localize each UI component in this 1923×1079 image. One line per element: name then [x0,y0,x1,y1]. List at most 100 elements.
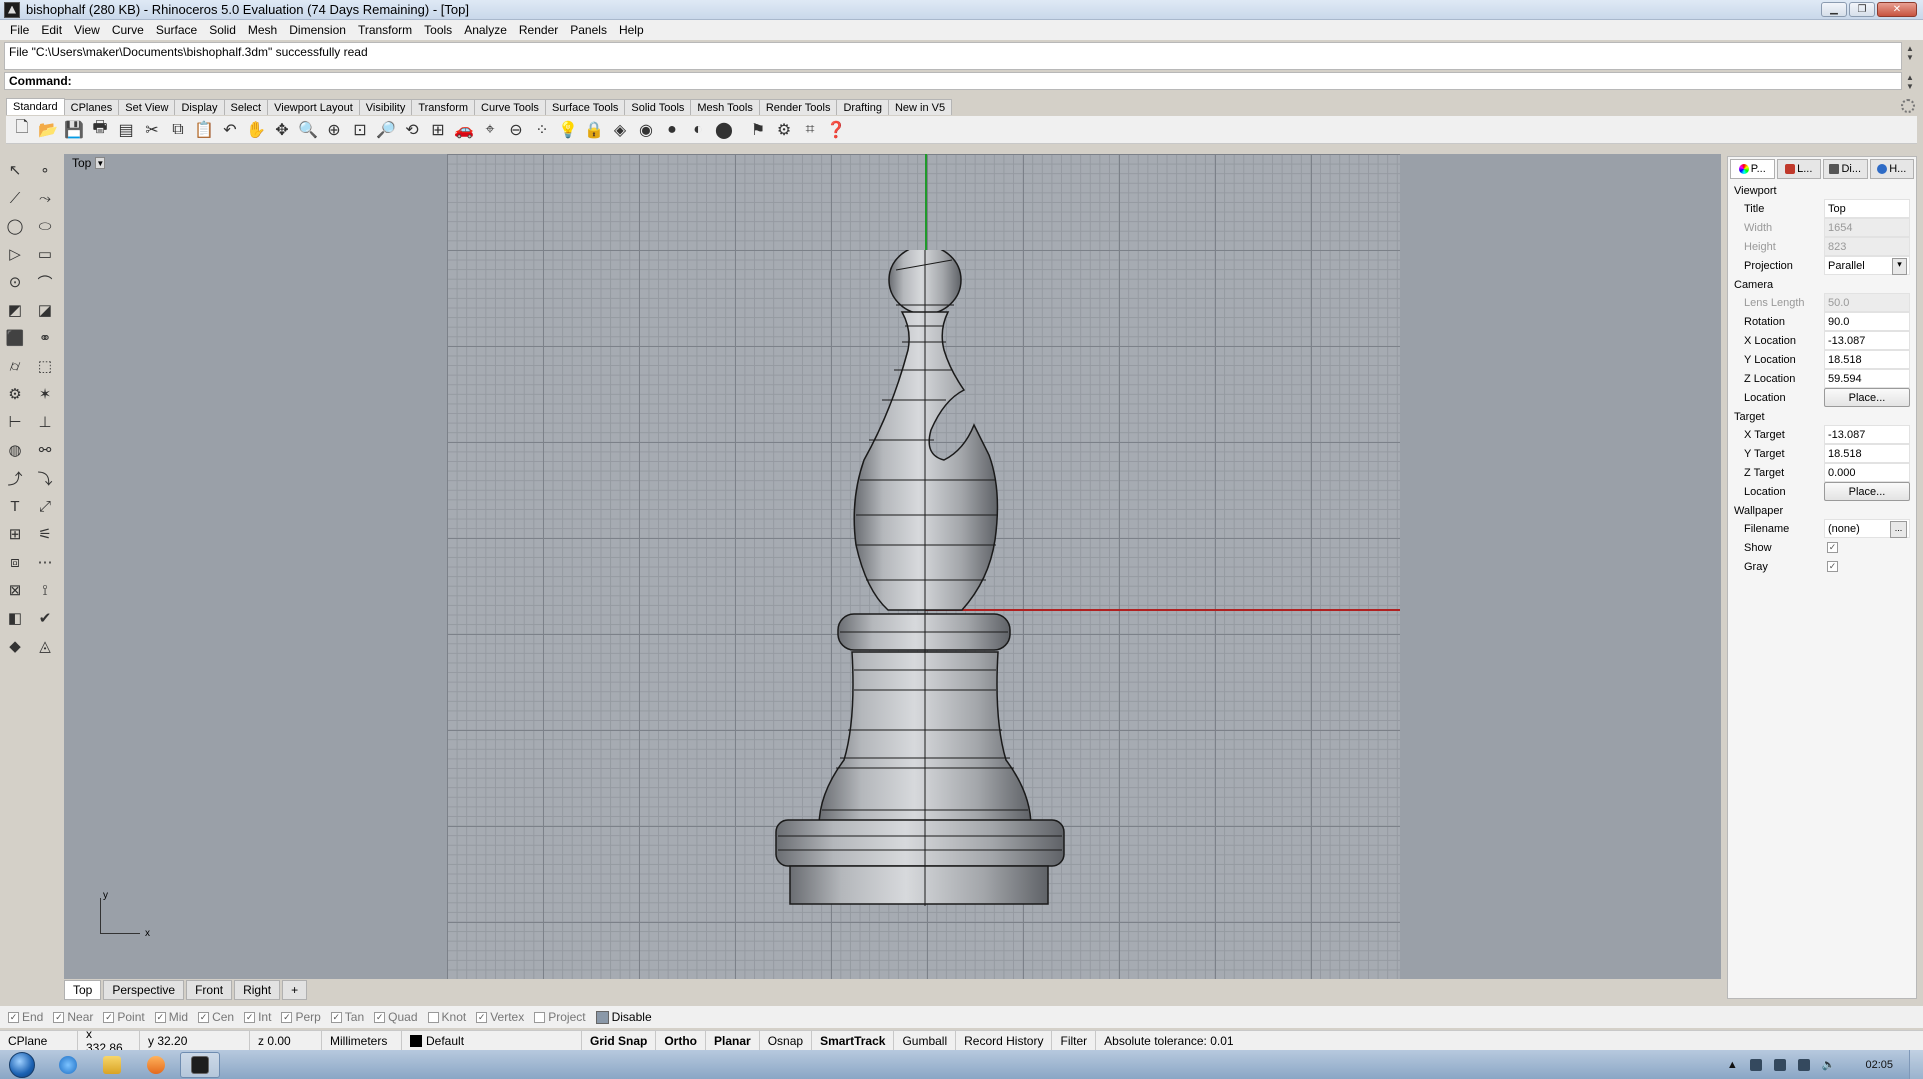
add-viewport-tab-button[interactable]: + [282,980,308,1000]
osnap-mid[interactable]: ✓ Mid [154,1010,188,1024]
matrix-icon[interactable]: ⊠ [3,578,27,602]
undo-view-icon[interactable]: ⟲ [400,118,424,142]
tab-curve-tools[interactable]: Curve Tools [474,99,546,115]
osnap-project-checkbox[interactable] [534,1011,546,1023]
viewport-tab-perspective[interactable]: Perspective [103,980,185,1000]
viewport-tab-top[interactable]: Top [64,980,102,1000]
tab-new-in-v5[interactable]: New in V5 [887,99,953,115]
menu-transform[interactable]: Transform [352,23,418,37]
cage-icon[interactable]: ⧈ [3,550,27,574]
bend-icon[interactable]: ⚟ [33,522,57,546]
toolbar-options-gear-icon[interactable] [1901,99,1915,113]
status-cplane[interactable]: CPlane [0,1031,78,1050]
osnap-knot-checkbox[interactable] [427,1011,439,1023]
options-icon[interactable]: ⚑ [746,118,770,142]
panel-tab-help[interactable]: H... [1869,159,1914,179]
rotation-field[interactable]: 90.0 [1824,312,1910,331]
ortho-toggle[interactable]: Ortho [656,1031,707,1050]
tray-app-icon[interactable] [1773,1058,1786,1071]
top-viewport[interactable]: Top ▼ y x [64,154,1721,979]
osnap-tan-checkbox[interactable]: ✓ [330,1011,342,1023]
analyze-icon[interactable]: ◧ [3,606,27,630]
tab-select[interactable]: Select [223,99,269,115]
cylinder-icon[interactable]: ⌭ [3,354,27,378]
shade-icon[interactable]: ◆ [3,634,27,658]
close-button[interactable]: ✕ [1877,2,1917,17]
taskbar-clock[interactable]: 02:05 [1865,1059,1893,1071]
tab-mesh-tools[interactable]: Mesh Tools [690,99,760,115]
title-field[interactable]: Top [1824,199,1910,218]
command-history-scrollbar[interactable]: ▲ ▼ [1903,44,1917,68]
x-location-field[interactable]: -13.087 [1824,331,1910,350]
render-tool-icon[interactable]: ◬ [33,634,57,658]
rotate-view-icon[interactable]: ✥ [270,118,294,142]
osnap-knot[interactable]: Knot [427,1010,466,1024]
dimension-icon[interactable]: ⌗ [798,118,822,142]
points-icon[interactable]: ⁘ [530,118,554,142]
osnap-vertex-checkbox[interactable]: ✓ [476,1011,488,1023]
surface-corner-icon[interactable]: ◩ [3,298,27,322]
text-icon[interactable]: T [3,494,27,518]
wallpaper-filename-field[interactable]: (none) [1824,519,1910,538]
four-viewports-icon[interactable]: ⊞ [426,118,450,142]
layer-icon[interactable]: ◈ [608,118,632,142]
taskbar-rhino[interactable] [180,1051,220,1078]
menu-tools[interactable]: Tools [418,23,458,37]
status-units[interactable]: Millimeters [322,1031,402,1050]
ellipse-icon[interactable]: ⬭ [33,214,57,238]
y-target-field[interactable]: 18.518 [1824,444,1910,463]
curve-icon[interactable]: ⤳ [33,186,57,210]
wallpaper-show-checkbox[interactable]: ✓ [1827,542,1838,553]
polyline-icon[interactable]: ⟋ [3,186,27,210]
new-file-icon[interactable]: 🗋 [10,118,34,142]
tab-transform[interactable]: Transform [411,99,476,115]
grid-snap-toggle[interactable]: Grid Snap [582,1031,657,1050]
osnap-cen[interactable]: ✓ Cen [198,1010,234,1024]
tray-volume-icon[interactable]: 🔈 [1822,1058,1836,1071]
scale-icon[interactable]: ⤢ [33,494,57,518]
box-icon[interactable]: ⬛ [3,326,27,350]
menu-analyze[interactable]: Analyze [458,23,513,37]
polygon-icon[interactable]: ▷ [3,242,27,266]
osnap-disable-toggle[interactable] [595,1010,609,1024]
grid-array-icon[interactable]: ⋯ [33,550,57,574]
menu-mesh[interactable]: Mesh [242,23,283,37]
menu-curve[interactable]: Curve [106,23,150,37]
osnap-near-checkbox[interactable]: ✓ [53,1011,65,1023]
light-bulb-icon[interactable]: 💡 [556,118,580,142]
menu-dimension[interactable]: Dimension [283,23,352,37]
osnap-project[interactable]: Project [534,1010,586,1024]
open-file-icon[interactable]: 📂 [36,118,60,142]
osnap-int[interactable]: ✓ Int [244,1010,271,1024]
tab-solid-tools[interactable]: Solid Tools [624,99,692,115]
settings-gears-icon[interactable]: ⚙ [772,118,796,142]
menu-panels[interactable]: Panels [564,23,613,37]
point-icon[interactable]: ∘ [33,158,57,182]
tray-arrow-icon[interactable]: ▲ [1727,1059,1738,1071]
taskbar-media-player[interactable] [136,1052,176,1078]
target-place-button[interactable]: Place... [1824,482,1910,501]
z-location-field[interactable]: 59.594 [1824,369,1910,388]
undo-icon[interactable]: ↶ [218,118,242,142]
extrude-icon[interactable]: ⬚ [33,354,57,378]
blend-icon[interactable]: ⤵ [33,466,57,490]
osnap-disable[interactable]: Disable [595,1010,652,1024]
history-icon[interactable]: ⟟ [33,578,57,602]
scroll-down-icon[interactable]: ▼ [1906,53,1914,62]
tab-drafting[interactable]: Drafting [836,99,889,115]
osnap-point-checkbox[interactable]: ✓ [103,1011,115,1023]
tab-visibility[interactable]: Visibility [358,99,413,115]
tab-cplanes[interactable]: CPlanes [63,99,120,115]
start-button[interactable] [0,1050,44,1079]
osnap-end-checkbox[interactable]: ✓ [8,1011,19,1023]
check-icon[interactable]: ✔ [33,606,57,630]
rectangle-icon[interactable]: ▭ [33,242,57,266]
menu-view[interactable]: View [68,23,106,37]
gumball-toggle[interactable]: Gumball [894,1031,957,1050]
tab-display[interactable]: Display [174,99,225,115]
zoom-window-icon[interactable]: ⊕ [322,118,346,142]
viewport-label[interactable]: Top [72,156,91,170]
show-desktop-button[interactable] [1909,1050,1923,1079]
status-layer[interactable]: Default [402,1031,582,1050]
wallpaper-gray-checkbox[interactable]: ✓ [1827,561,1838,572]
